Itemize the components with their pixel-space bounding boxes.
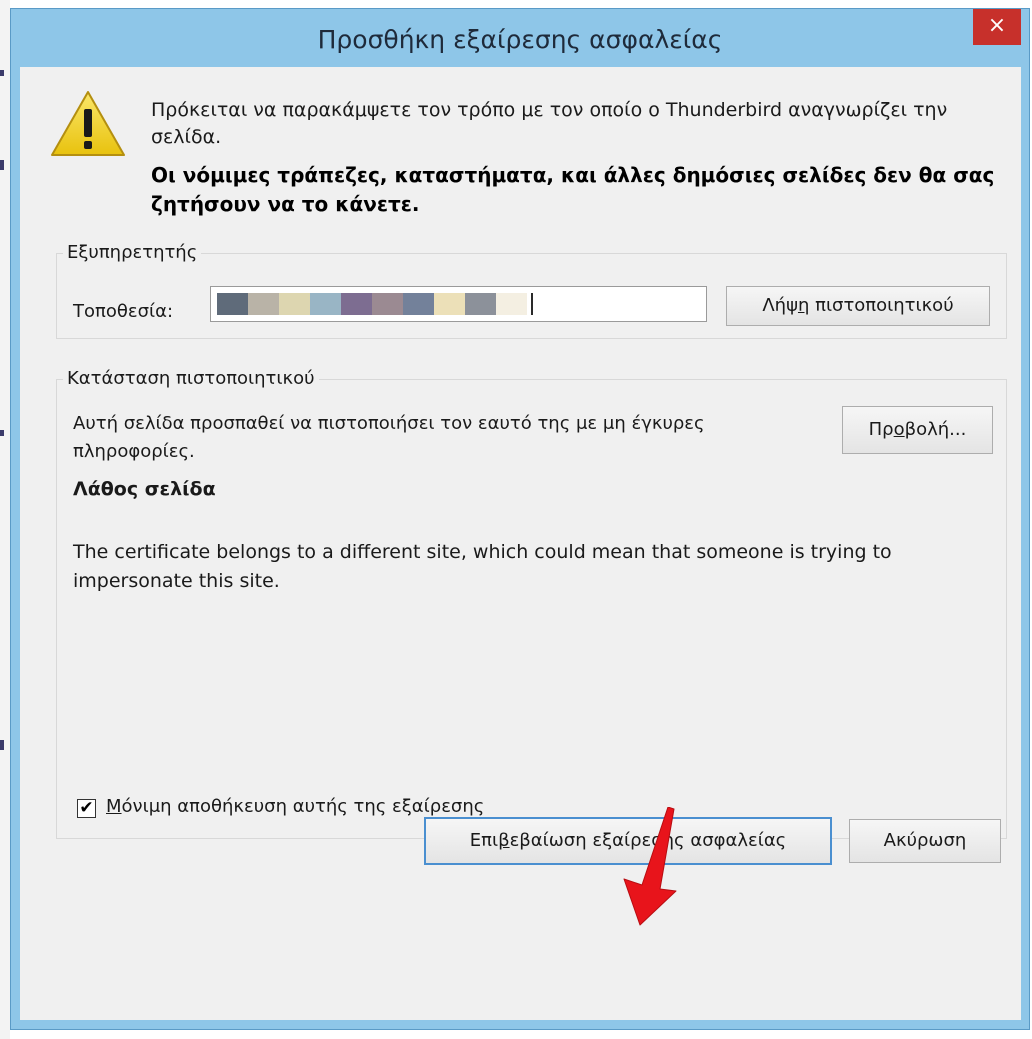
location-input[interactable] bbox=[210, 286, 707, 322]
button-label-part: πιστοποιητικού bbox=[809, 295, 954, 316]
wrong-site-heading: Λάθος σελίδα bbox=[73, 478, 216, 500]
dialog-body: Πρόκειται να παρακάμψετε τον τρόπο με το… bbox=[20, 67, 1021, 1020]
label-part: όνιμη αποθήκευση αυτής της εξαίρεσης bbox=[121, 796, 485, 817]
server-group: Εξυπηρετητής Τοποθεσία: Λήψη πιστοποιητι… bbox=[56, 242, 1007, 339]
warning-icon bbox=[51, 91, 125, 156]
background-mark bbox=[0, 70, 4, 76]
button-label-part: Επι bbox=[469, 830, 499, 851]
text-caret bbox=[531, 293, 533, 315]
red-arrow-annotation-icon bbox=[623, 807, 677, 926]
security-exception-dialog: Προσθήκη εξαίρεσης ασφαλείας × Πρόκειται… bbox=[10, 8, 1030, 1030]
certificate-status-legend: Κατάσταση πιστοποιητικού bbox=[63, 368, 319, 389]
status-text: Αυτή σελίδα προσπαθεί να πιστοποιήσει το… bbox=[73, 413, 705, 462]
cancel-button[interactable]: Ακύρωση bbox=[849, 819, 1001, 863]
get-certificate-button[interactable]: Λήψη πιστοποιητικού bbox=[726, 286, 990, 326]
location-label: Τοποθεσία: bbox=[73, 301, 174, 322]
close-icon: × bbox=[987, 13, 1007, 38]
permanent-exception-checkbox[interactable]: ✔ bbox=[77, 799, 96, 818]
certificate-status-group: Κατάσταση πιστοποιητικού Αυτή σελίδα προ… bbox=[56, 368, 1007, 839]
button-label-part: βολή... bbox=[904, 419, 967, 440]
redaction-block bbox=[341, 293, 372, 315]
background-window-edge bbox=[0, 0, 10, 1039]
redaction-block bbox=[310, 293, 341, 315]
button-label-part: Πρ bbox=[868, 419, 894, 440]
button-accelerator: β bbox=[498, 830, 510, 851]
redaction-block bbox=[403, 293, 434, 315]
redaction-block bbox=[248, 293, 279, 315]
view-button[interactable]: Προβολή... bbox=[842, 406, 993, 454]
server-legend: Εξυπηρετητής bbox=[63, 242, 202, 263]
redaction-block bbox=[279, 293, 310, 315]
dialog-title: Προσθήκη εξαίρεσης ασφαλείας bbox=[317, 25, 723, 54]
close-button[interactable]: × bbox=[973, 9, 1021, 45]
certificate-detail: The certificate belongs to a different s… bbox=[73, 541, 892, 592]
background-mark bbox=[0, 740, 4, 750]
redaction-block bbox=[465, 293, 496, 315]
warning-emphasis: Οι νόμιμες τράπεζες, καταστήματα, και άλ… bbox=[151, 163, 995, 216]
background-mark bbox=[0, 430, 4, 436]
button-accelerator: η bbox=[797, 295, 810, 316]
redaction-block bbox=[217, 293, 248, 315]
background-mark bbox=[0, 160, 4, 170]
button-label-part: Λήψ bbox=[762, 295, 798, 316]
checkmark-icon: ✔ bbox=[79, 798, 94, 818]
redaction-block bbox=[372, 293, 403, 315]
label-accelerator: Μ bbox=[106, 796, 122, 817]
button-accelerator: ο bbox=[893, 419, 905, 440]
redaction-block bbox=[496, 293, 527, 315]
location-value-redacted bbox=[217, 293, 527, 315]
warning-message: Πρόκειται να παρακάμψετε τον τρόπο με το… bbox=[151, 99, 948, 148]
permanent-exception-label[interactable]: Μόνιμη αποθήκευση αυτής της εξαίρεσης bbox=[106, 796, 484, 817]
redaction-block bbox=[434, 293, 465, 315]
title-bar[interactable]: Προσθήκη εξαίρεσης ασφαλείας × bbox=[11, 9, 1029, 67]
